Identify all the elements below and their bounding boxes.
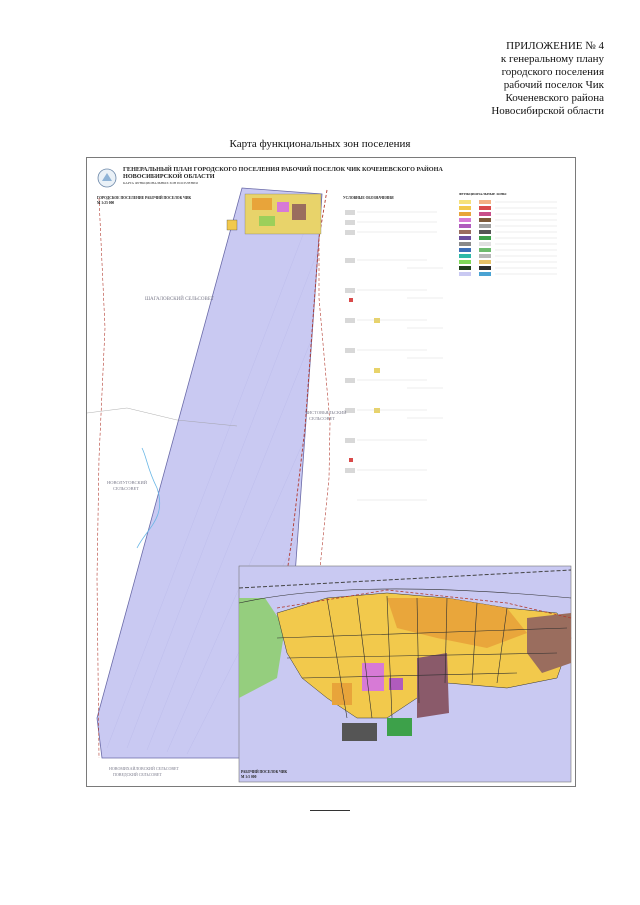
appendix-line: рабочий поселок Чик [503, 79, 604, 91]
bottom-rule [310, 810, 350, 811]
main-map-label: ГОРОДСКОЕ ПОСЕЛЕНИЕ РАБОЧИЙ ПОСЕЛОК ЧИК … [97, 196, 191, 205]
top-village-block [252, 198, 272, 210]
sheet-subtitle: КАРТА ФУНКЦИОНАЛЬНЫХ ЗОН ПОСЕЛЕНИЯ [123, 181, 198, 185]
appendix-line: Коченевского района [505, 92, 604, 104]
district-emblem-icon [97, 168, 117, 188]
top-village-block [277, 202, 289, 212]
appendix-line: городского поселения [501, 66, 604, 78]
appendix-line: ПРИЛОЖЕНИЕ № 4 [506, 40, 604, 52]
main-map-scale: М 1:25 000 [97, 200, 115, 205]
neighbor-east-label-2: СЕЛЬСОВЕТ [309, 416, 335, 421]
top-village-block [259, 216, 275, 226]
main-map-name: ГОРОДСКОЕ ПОСЕЛЕНИЕ РАБОЧИЙ ПОСЕЛОК ЧИК [97, 196, 192, 200]
inset-industrial-2 [417, 653, 449, 718]
district-border-east-2 [318, 238, 331, 579]
map-heading: Карта функциональных зон поселения [229, 138, 411, 150]
district-border-west [96, 197, 106, 759]
top-village-block [292, 204, 306, 220]
neighbor-south-label-2: ПОВЕДСКИЙ СЕЛЬСОВЕТ [113, 772, 162, 777]
legend-heading: УСЛОВНЫЕ ОБОЗНАЧЕНИЯ [343, 196, 394, 200]
inset-business-block-2 [389, 678, 403, 690]
inset-map-name: РАБОЧИЙ ПОСЕЛОК ЧИК [241, 770, 288, 774]
zones-legend-heading: ФУНКЦИОНАЛЬНЫЕ ЗОНЫ [459, 192, 507, 196]
neighbor-west-label: ШАГАЛОВСКИЙ СЕЛЬСОВЕТ [145, 296, 214, 302]
inset-transport [342, 723, 377, 741]
neighbor-southwest-label-2: СЕЛЬСОВЕТ [113, 486, 139, 491]
sheet-title: ГЕНЕРАЛЬНЫЙ ПЛАН ГОРОДСКОГО ПОСЕЛЕНИЯ РА… [123, 166, 543, 180]
zones-legend [459, 200, 557, 276]
inset-business-block [362, 663, 384, 691]
map-canvas: ШАГАЛОВСКИЙ СЕЛЬСОВЕТ ЧИСТОВЬЯЛЬСКИЙ СЕЛ… [87, 187, 572, 783]
neighbor-south-label: НОВОМИХАЙЛОВСКИЙ СЕЛЬСОВЕТ [109, 766, 179, 771]
neighbor-southwest-label: НОВОЛУГОВСКИЙ [107, 480, 148, 485]
sheet-title-line: ГЕНЕРАЛЬНЫЙ ПЛАН ГОРОДСКОГО ПОСЕЛЕНИЯ РА… [123, 166, 443, 173]
map-sheet: ШАГАЛОВСКИЙ СЕЛЬСОВЕТ ЧИСТОВЬЯЛЬСКИЙ СЕЛ… [86, 157, 576, 787]
inset-map-scale: М 1:5 000 [241, 774, 257, 779]
inset-map [238, 565, 572, 783]
appendix-block: ПРИЛОЖЕНИЕ № 4 к генеральному плану горо… [434, 40, 604, 118]
legend-column [345, 196, 445, 501]
neighbor-east-label: ЧИСТОВЬЯЛЬСКИЙ [305, 410, 347, 415]
appendix-line: Новосибирской области [491, 105, 604, 117]
small-site [226, 219, 238, 231]
sheet-title-line: НОВОСИБИРСКОЙ ОБЛАСТИ [123, 173, 215, 180]
appendix-line: к генеральному плану [500, 53, 604, 65]
inset-park [387, 718, 412, 736]
inset-map-label: РАБОЧИЙ ПОСЕЛОК ЧИК М 1:5 000 [241, 770, 287, 779]
